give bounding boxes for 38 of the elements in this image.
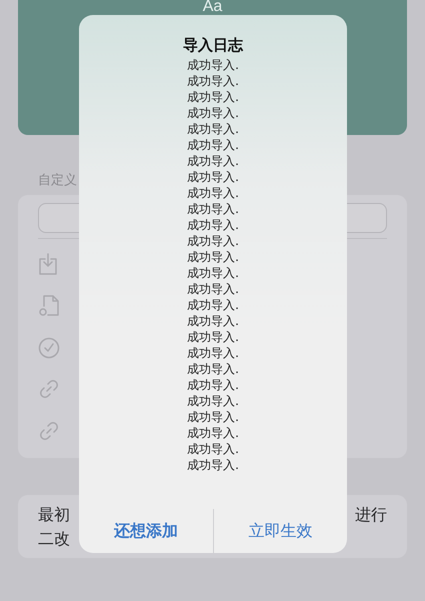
log-line: 成功导入. bbox=[187, 409, 239, 425]
log-line: 成功导入. bbox=[187, 281, 239, 297]
log-line: 成功导入. bbox=[187, 457, 239, 473]
alert-button[interactable]: 立即生效 bbox=[213, 509, 347, 553]
note-text: 最初 bbox=[38, 504, 70, 526]
log-line: 成功导入. bbox=[187, 201, 239, 217]
log-line: 成功导入. bbox=[187, 185, 239, 201]
log-line: 成功导入. bbox=[187, 57, 239, 73]
section-label: 自定义 bbox=[38, 172, 77, 189]
log-line: 成功导入. bbox=[187, 377, 239, 393]
log-line: 成功导入. bbox=[187, 217, 239, 233]
font-sample: Aa bbox=[202, 0, 222, 14]
link-icon bbox=[38, 420, 60, 442]
note-text: 二改 bbox=[38, 528, 70, 550]
alert-title: 导入日志 bbox=[183, 35, 243, 55]
log-line: 成功导入. bbox=[187, 345, 239, 361]
checkmark-circle-icon bbox=[38, 336, 60, 359]
log-line: 成功导入. bbox=[187, 121, 239, 137]
log-line: 成功导入. bbox=[187, 425, 239, 441]
log-line: 成功导入. bbox=[187, 89, 239, 105]
log-line: 成功导入. bbox=[187, 361, 239, 377]
log-line: 成功导入. bbox=[187, 105, 239, 121]
log-line: 成功导入. bbox=[187, 393, 239, 409]
log-line: 成功导入. bbox=[187, 137, 239, 153]
log-line: 成功导入. bbox=[187, 73, 239, 89]
alert-button[interactable]: 还想添加 bbox=[79, 509, 213, 553]
log-line: 成功导入. bbox=[187, 329, 239, 345]
link-icon bbox=[38, 378, 60, 400]
log-line: 成功导入. bbox=[187, 297, 239, 313]
import-icon bbox=[38, 253, 58, 276]
log-line: 成功导入. bbox=[187, 313, 239, 329]
log-line: 成功导入. bbox=[187, 153, 239, 169]
log-line: 成功导入. bbox=[187, 249, 239, 265]
note-text: 进行 bbox=[355, 504, 387, 526]
log-line: 成功导入. bbox=[187, 169, 239, 185]
log-line: 成功导入. bbox=[187, 265, 239, 281]
log-line: 成功导入. bbox=[187, 233, 239, 249]
log-line: 成功导入. bbox=[187, 441, 239, 457]
